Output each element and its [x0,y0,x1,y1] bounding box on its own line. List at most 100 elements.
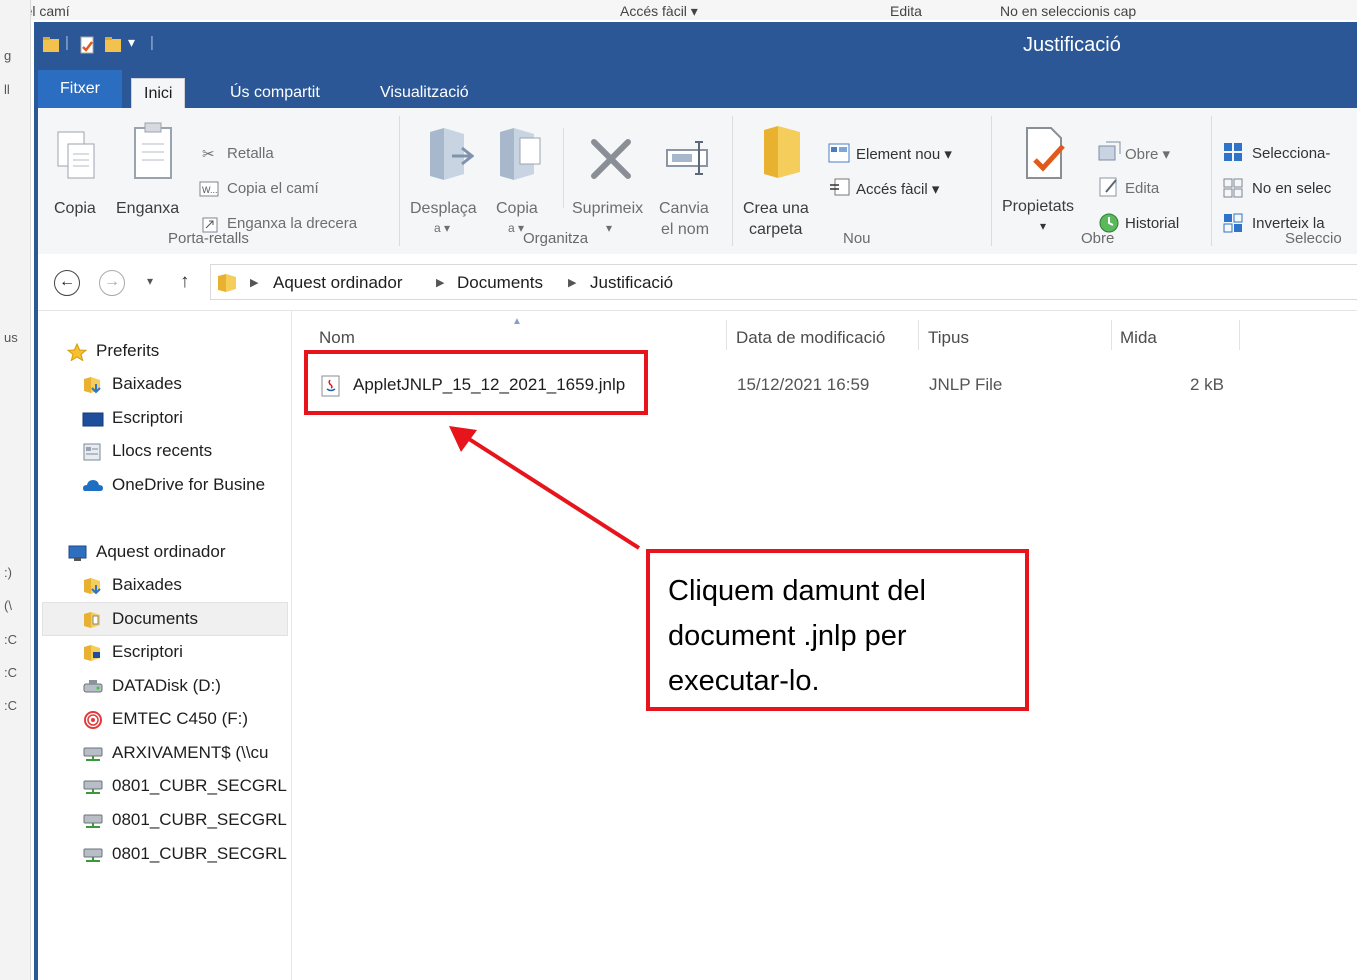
nav-item-label: Baixades [112,575,182,594]
properties-button[interactable]: Propietats [1002,198,1074,216]
bg-text: ll [4,82,10,97]
breadcrumb-documents[interactable]: Documents [457,273,543,293]
documents-folder-icon [84,611,100,628]
nav-favorites-label: Preferits [96,341,160,360]
column-header-type[interactable]: Tipus [928,328,969,348]
breadcrumb-chevron-icon[interactable]: ▶ [250,276,258,289]
properties-quick-icon[interactable] [78,36,96,54]
nav-item-label: DATADisk (D:) [112,676,221,695]
nav-pc-network-arxivament[interactable]: ARXIVAMENT$ (\\cu [82,737,269,769]
edit-button[interactable]: Edita [1125,180,1159,197]
desktop-icon [82,412,104,427]
desktop-folder-icon [84,644,100,661]
nav-pc-drive-d[interactable]: DATADisk (D:) [82,670,221,702]
nav-favorites[interactable]: Preferits [66,335,159,367]
nav-this-pc[interactable]: Aquest ordinador [66,536,225,568]
nav-fav-onedrive[interactable]: OneDrive for Busine [82,469,265,501]
select-all-button[interactable]: Selecciona- [1252,145,1330,162]
highlight-box [304,350,648,415]
nav-pc-drive-f[interactable]: EMTEC C450 (F:) [82,703,248,735]
copy-path-button[interactable]: Copia el camí [227,180,319,197]
new-folder-quick-icon[interactable] [104,36,122,54]
nav-fav-downloads[interactable]: Baixades [82,368,182,400]
column-header-modified[interactable]: Data de modificació [736,328,885,348]
easy-access-button[interactable]: Accés fàcil ▾ [856,180,939,198]
paste-button[interactable]: Enganxa [116,200,179,218]
nav-pc-network-secgrl-3[interactable]: 0801_CUBR_SECGRL [82,838,287,870]
copy-path-icon: W... [199,181,219,197]
nav-pc-desktop[interactable]: Escriptori [82,636,183,668]
cut-icon: ✂ [202,146,215,163]
nav-pc-network-secgrl-1[interactable]: 0801_CUBR_SECGRL [82,770,287,802]
move-to-button[interactable]: Desplaça [410,200,477,218]
qa-customize-icon[interactable]: ▾ [128,34,135,51]
onedrive-cloud-icon [83,479,103,491]
properties-icon [1026,127,1065,179]
open-button[interactable]: Obre ▾ [1125,145,1170,163]
delete-button[interactable]: Suprimeix [572,200,643,218]
rename-icon [666,141,708,175]
nav-item-label: Escriptori [112,408,183,427]
network-drive-icon [83,780,103,794]
group-label-open: Obre [1081,230,1115,247]
move-to-arrow: a ▾ [434,221,451,235]
qa-separator: | [65,34,69,51]
up-button[interactable]: ↑ [180,271,190,293]
nav-pc-network-secgrl-2[interactable]: 0801_CUBR_SECGRL [82,804,287,836]
disc-drive-icon [84,710,102,729]
column-header-name[interactable]: Nom [319,328,355,348]
copy-icon [57,131,95,179]
breadcrumb-chevron-icon[interactable]: ▶ [436,276,444,289]
rename-button[interactable]: Canvia [659,200,709,218]
network-drive-icon [83,747,103,761]
tab-file[interactable]: Fitxer [38,70,122,108]
background-window-left: g ll us :) (\ :C :C :C [0,0,31,980]
history-button[interactable]: Historial [1125,215,1179,232]
folder-icon[interactable] [42,36,60,54]
nav-item-label: Baixades [112,374,182,393]
group-separator [732,116,733,246]
breadcrumb-this-pc[interactable]: Aquest ordinador [273,273,402,293]
tab-share[interactable]: Ús compartit [218,78,332,108]
new-item-button[interactable]: Element nou ▾ [856,145,952,163]
bg-text: Accés fàcil ▾ [620,3,698,19]
new-folder-button[interactable]: Crea una [743,200,809,218]
cut-button[interactable]: Retalla [227,145,274,162]
new-item-icon [828,143,850,163]
nav-fav-desktop[interactable]: Escriptori [82,402,183,434]
breadcrumb-chevron-icon[interactable]: ▶ [568,276,576,289]
nav-item-label: Llocs recents [112,441,213,460]
annotation-callout: Cliquem damunt del document .jnlp per ex… [646,549,1029,711]
tab-view[interactable]: Visualització [368,78,481,108]
column-separator[interactable] [726,320,727,350]
delete-icon [591,139,631,179]
column-separator[interactable] [1111,320,1112,350]
nav-item-label: Escriptori [112,642,183,661]
bg-text: No en seleccionis cap [1000,3,1137,19]
breadcrumb-justificacio[interactable]: Justificació [590,273,673,293]
copy-button[interactable]: Copia [54,200,96,218]
copy-to-arrow: a ▾ [508,221,525,235]
back-button[interactable]: ← [54,270,80,296]
nav-fav-recent[interactable]: Llocs recents [82,435,212,467]
forward-button[interactable]: → [99,270,125,296]
file-modified: 15/12/2021 16:59 [737,375,870,394]
column-header-size[interactable]: Mida [1120,328,1157,348]
column-separator[interactable] [918,320,919,350]
folder-icon [218,274,236,292]
network-drive-icon [83,814,103,828]
bg-text: (\ [4,598,12,613]
properties-arrow: ▾ [1040,219,1047,233]
copy-to-button[interactable]: Copia [496,200,538,218]
background-window-strip: pia el camí Accés fàcil ▾ Edita No en se… [0,0,1357,20]
select-none-button[interactable]: No en selec [1252,180,1331,197]
nav-pc-documents[interactable]: Documents [82,603,198,635]
group-label-new: Nou [843,230,871,247]
pane-divider[interactable] [291,311,292,980]
tab-home[interactable]: Inici [131,78,186,109]
annotation-text: Cliquem damunt del document .jnlp per ex… [668,575,926,697]
downloads-folder-icon [84,376,101,393]
nav-pc-downloads[interactable]: Baixades [82,569,182,601]
recent-locations-button[interactable]: ▾ [147,274,153,288]
column-separator[interactable] [1239,320,1240,350]
